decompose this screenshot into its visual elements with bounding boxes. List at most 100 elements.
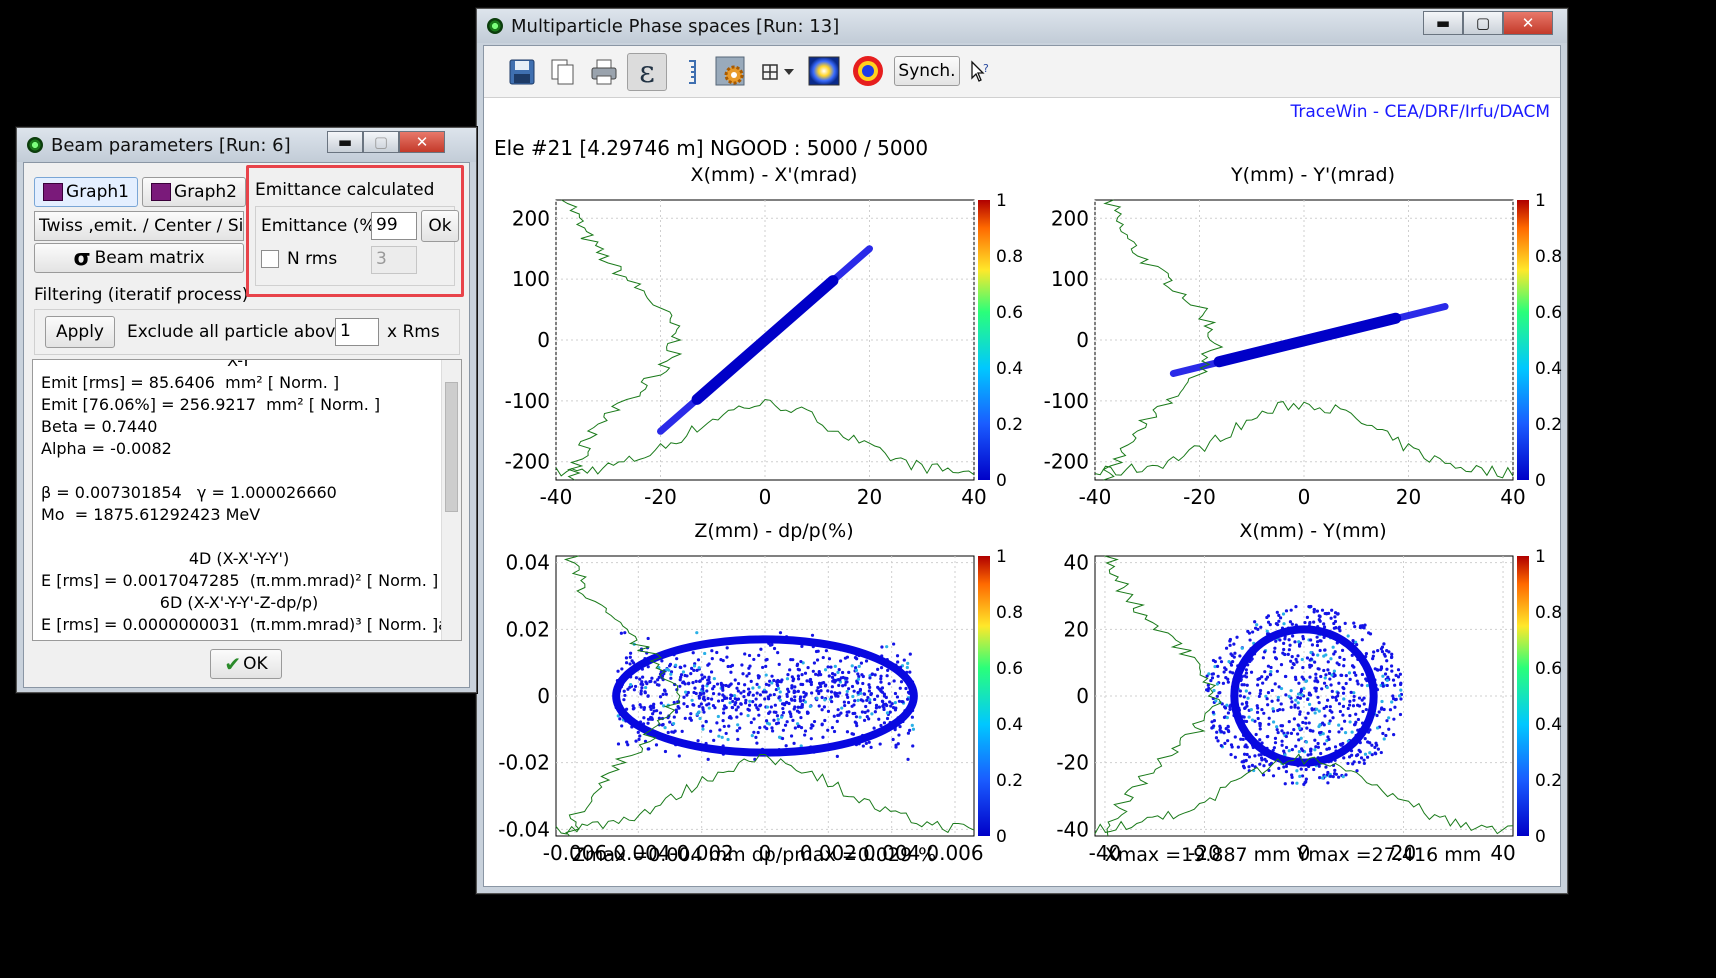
emittance-ellipse-button[interactable]: ε [627, 53, 667, 91]
particle-point [888, 710, 892, 714]
particle-point [1263, 670, 1267, 674]
particle-point [1279, 616, 1283, 620]
particle-point [776, 686, 781, 691]
particle-point [689, 712, 693, 716]
tracewin-app-icon [487, 18, 503, 34]
particle-point [684, 690, 688, 694]
beam-minimize-button[interactable]: ▬ [327, 131, 363, 153]
beam-spot-icon[interactable] [850, 53, 886, 89]
particle-point [1305, 726, 1309, 730]
particle-point [1209, 678, 1213, 683]
particle-point [1281, 708, 1285, 712]
particle-point [790, 686, 794, 690]
x-tick-label: -40 [1079, 485, 1112, 509]
particle-point [1352, 665, 1356, 669]
particle-point [893, 691, 898, 696]
tab-graph2[interactable]: Graph2 [142, 177, 246, 207]
particle-point [827, 657, 832, 661]
particle-point [820, 695, 824, 700]
particle-point [672, 715, 676, 719]
beam-maximize-button[interactable]: ▢ [363, 131, 399, 153]
particle-point [1386, 675, 1390, 679]
particle-point [752, 657, 756, 662]
colorbar-tick-label: 0.4 [996, 715, 1023, 735]
particle-point [899, 680, 904, 684]
particle-point [836, 694, 840, 698]
particle-point [846, 695, 850, 700]
beam-results-text[interactable]: X-Y Emit [rms] = 85.6406 mm² [ Norm. ] Emi… [32, 359, 462, 641]
beam-close-button[interactable]: ✕ [399, 131, 445, 153]
particle-point [624, 656, 629, 660]
particle-point [671, 721, 676, 726]
particle-point [721, 718, 725, 723]
particle-point [1363, 736, 1367, 741]
particle-point [888, 700, 892, 704]
help-pointer-icon[interactable]: ? [962, 54, 998, 90]
particle-point [1289, 705, 1293, 709]
apply-filter-button[interactable]: Apply [45, 316, 115, 348]
tab-graph1[interactable]: Graph1 [34, 177, 138, 207]
nrms-checkbox[interactable] [261, 250, 279, 268]
particle-point [1316, 680, 1320, 684]
layout-dropdown-chevron-icon[interactable] [780, 54, 798, 90]
particle-point [864, 704, 868, 709]
particle-point [1298, 712, 1302, 716]
emittance-ok-button[interactable]: Ok [421, 210, 459, 242]
close-button[interactable]: ✕ [1503, 11, 1553, 35]
particle-point [1246, 629, 1250, 633]
particle-point [739, 712, 743, 716]
particle-point [1238, 654, 1242, 658]
particle-point [700, 673, 704, 677]
particle-point [707, 675, 711, 679]
x-xprime-plot-title: X(mm) - X'(mrad) [690, 164, 858, 186]
beam-ok-button[interactable]: ✔ OK [210, 649, 282, 679]
particle-point [812, 719, 817, 724]
y-tick-label: -20 [1056, 751, 1089, 775]
particle-point [695, 631, 699, 635]
nrms-input[interactable]: 3 [371, 246, 417, 274]
particle-point [1244, 689, 1248, 693]
particle-point [751, 699, 755, 704]
axis-scale-icon[interactable] [674, 54, 710, 90]
particle-point [1337, 730, 1341, 734]
particle-point [1309, 604, 1313, 609]
particle-point [1281, 612, 1286, 616]
particle-point [1215, 694, 1219, 698]
settings-gear-icon[interactable] [712, 53, 748, 89]
particle-point [1328, 677, 1332, 681]
particle-point [662, 704, 666, 708]
phase-window-title-bar[interactable]: Multiparticle Phase spaces [Run: 13] [477, 9, 1567, 43]
particle-point [1314, 686, 1318, 690]
emittance-percent-label: Emittance (%) [261, 216, 383, 236]
twiss-emittance-tab[interactable]: Twiss ,emit. / Center / Size [34, 211, 244, 241]
minimize-button[interactable]: ▬ [1423, 11, 1463, 35]
save-icon[interactable] [504, 54, 540, 90]
emittance-percent-input[interactable]: 99 [371, 212, 417, 240]
maximize-button[interactable]: ▢ [1463, 11, 1503, 35]
particle-point [1304, 679, 1308, 684]
print-icon[interactable] [586, 54, 622, 90]
particle-point [818, 682, 822, 686]
particle-point [1300, 657, 1304, 662]
particle-point [881, 700, 885, 704]
particle-point [1265, 735, 1269, 739]
particle-point [1325, 685, 1329, 690]
exclude-rms-input[interactable]: 1 [335, 318, 379, 346]
density-map-icon[interactable] [806, 53, 842, 89]
beam-matrix-button[interactable]: σ Beam matrix [34, 243, 244, 273]
particle-point [1279, 686, 1284, 691]
colorbar-tick-label: 0.6 [996, 659, 1023, 679]
particle-point [776, 651, 780, 655]
particle-point [1354, 712, 1358, 716]
particle-point [1266, 703, 1270, 707]
particle-point [1387, 716, 1391, 720]
copy-icon[interactable] [545, 54, 581, 90]
scroll-thumb[interactable] [445, 382, 458, 512]
particle-point [1382, 642, 1386, 646]
synch-button[interactable]: Synch. [894, 56, 960, 86]
particle-point [1351, 704, 1356, 708]
particle-point [1206, 689, 1210, 693]
results-scrollbar[interactable] [441, 360, 461, 640]
particle-point [1296, 692, 1301, 696]
particle-point [1380, 650, 1385, 654]
